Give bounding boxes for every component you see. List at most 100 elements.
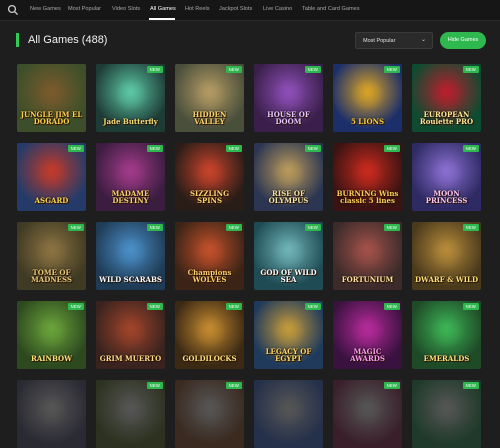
- game-title: WILD SCARABS: [99, 275, 162, 284]
- new-badge: NEW: [67, 303, 84, 310]
- new-badge: NEW: [383, 145, 400, 152]
- game-tile[interactable]: NEW: [412, 380, 481, 448]
- new-badge: NEW: [462, 66, 479, 73]
- game-artwork: [429, 236, 464, 270]
- new-badge: NEW: [225, 145, 242, 152]
- game-artwork: [113, 236, 148, 270]
- new-badge: NEW: [67, 145, 84, 152]
- game-tile[interactable]: JUNGLE JIM EL DORADO: [17, 64, 86, 132]
- new-badge: NEW: [304, 224, 321, 231]
- game-artwork: [429, 315, 464, 349]
- title-accent-bar: [16, 33, 19, 47]
- game-artwork: [34, 236, 69, 270]
- chevron-down-icon: ⌄: [420, 37, 426, 43]
- nav-live-casino[interactable]: Live Casino: [263, 6, 292, 12]
- game-tile[interactable]: NEW GRIM MUERTO: [96, 301, 165, 369]
- game-title: GOLDILOCKS: [182, 354, 237, 363]
- game-tile[interactable]: NEW TOME OF MADNESS: [17, 222, 86, 290]
- sort-dropdown-value: Most Popular: [363, 38, 396, 44]
- game-tile[interactable]: NEW Champions WOLVES: [175, 222, 244, 290]
- nav-most-popular[interactable]: Most Popular: [68, 6, 101, 12]
- game-tile[interactable]: NEW EMERALDS: [412, 301, 481, 369]
- game-tile[interactable]: NEW ASGARD: [17, 143, 86, 211]
- game-title: GRIM MUERTO: [99, 354, 162, 363]
- game-title: Jade Butterfly: [103, 117, 158, 126]
- game-artwork: [192, 315, 227, 349]
- game-tile[interactable]: NEW 5 LIONS: [333, 64, 402, 132]
- game-tile[interactable]: [254, 380, 323, 448]
- active-tab-indicator: [149, 18, 175, 20]
- game-title: JUNGLE JIM EL DORADO: [20, 110, 83, 126]
- game-artwork: [350, 236, 385, 270]
- game-tile[interactable]: NEW GOLDILOCKS: [175, 301, 244, 369]
- game-tile[interactable]: NEW HIDDEN VALLEY: [175, 64, 244, 132]
- hide-games-button[interactable]: Hide Games: [440, 32, 486, 49]
- game-tile[interactable]: NEW MAGIC AWARDS: [333, 301, 402, 369]
- game-title: ASGARD: [34, 196, 69, 205]
- game-artwork: [192, 394, 227, 428]
- game-title: Champions WOLVES: [187, 268, 232, 284]
- new-badge: NEW: [383, 224, 400, 231]
- game-tile[interactable]: [17, 380, 86, 448]
- new-badge: NEW: [67, 224, 84, 231]
- game-artwork: [271, 394, 306, 428]
- game-tile[interactable]: NEW RAINBOW: [17, 301, 86, 369]
- game-tile[interactable]: NEW Jade Butterfly: [96, 64, 165, 132]
- game-tile[interactable]: NEW: [96, 380, 165, 448]
- game-title: TOME OF MADNESS: [31, 268, 72, 284]
- new-badge: NEW: [383, 66, 400, 73]
- new-badge: NEW: [225, 303, 242, 310]
- game-artwork: [192, 78, 227, 112]
- game-tile[interactable]: NEW BURNING Wins classic 5 lines: [333, 143, 402, 211]
- game-title: GOD OF WILD SEA: [260, 268, 317, 284]
- new-badge: NEW: [462, 382, 479, 389]
- new-badge: NEW: [462, 303, 479, 310]
- game-tile[interactable]: NEW EUROPEAN Roulette PRO: [412, 64, 481, 132]
- new-badge: NEW: [146, 382, 163, 389]
- nav-jackpot-slots[interactable]: Jackpot Slots: [219, 6, 252, 12]
- game-tile[interactable]: NEW GOD OF WILD SEA: [254, 222, 323, 290]
- nav-hot-reels[interactable]: Hot Reels: [185, 6, 210, 12]
- game-title: 5 LIONS: [350, 117, 385, 126]
- nav-table-card-games[interactable]: Table and Card Games: [302, 6, 360, 12]
- game-title: EUROPEAN Roulette PRO: [419, 110, 474, 126]
- game-artwork: [271, 315, 306, 349]
- game-tile[interactable]: NEW LEGACY OF EGYPT: [254, 301, 323, 369]
- game-tile[interactable]: NEW FORTUNIUM: [333, 222, 402, 290]
- new-badge: NEW: [383, 303, 400, 310]
- game-artwork: [350, 315, 385, 349]
- new-badge: NEW: [146, 224, 163, 231]
- game-artwork: [350, 157, 385, 191]
- game-tile[interactable]: NEW RISE OF OLYMPUS: [254, 143, 323, 211]
- search-icon[interactable]: [7, 4, 19, 16]
- game-artwork: [34, 315, 69, 349]
- game-tile[interactable]: NEW: [175, 380, 244, 448]
- sort-dropdown[interactable]: Most Popular ⌄: [355, 32, 433, 49]
- nav-new-games[interactable]: New Games: [30, 6, 61, 12]
- nav-all-games[interactable]: All Games: [150, 6, 176, 12]
- game-tile[interactable]: NEW SIZZLING SPINS: [175, 143, 244, 211]
- game-title: RISE OF OLYMPUS: [268, 189, 309, 205]
- game-tile[interactable]: NEW MADAME DESTINY: [96, 143, 165, 211]
- new-badge: NEW: [304, 145, 321, 152]
- game-artwork: [34, 394, 69, 428]
- game-artwork: [192, 157, 227, 191]
- new-badge: NEW: [146, 303, 163, 310]
- game-tile[interactable]: NEW MOON PRINCESS: [412, 143, 481, 211]
- nav-video-slots[interactable]: Video Slots: [112, 6, 140, 12]
- game-tile[interactable]: NEW: [333, 380, 402, 448]
- game-artwork: [113, 78, 148, 112]
- game-artwork: [271, 236, 306, 270]
- new-badge: NEW: [304, 303, 321, 310]
- game-title: MADAME DESTINY: [111, 189, 150, 205]
- game-artwork: [113, 157, 148, 191]
- game-tile[interactable]: NEW HOUSE OF DOOM: [254, 64, 323, 132]
- game-title: HIDDEN VALLEY: [192, 110, 227, 126]
- new-badge: NEW: [225, 66, 242, 73]
- new-badge: NEW: [225, 224, 242, 231]
- game-artwork: [34, 78, 69, 112]
- game-title: FORTUNIUM: [341, 275, 394, 284]
- game-tile[interactable]: NEW DWARF & WILD: [412, 222, 481, 290]
- game-tile[interactable]: NEW WILD SCARABS: [96, 222, 165, 290]
- game-artwork: [34, 157, 69, 191]
